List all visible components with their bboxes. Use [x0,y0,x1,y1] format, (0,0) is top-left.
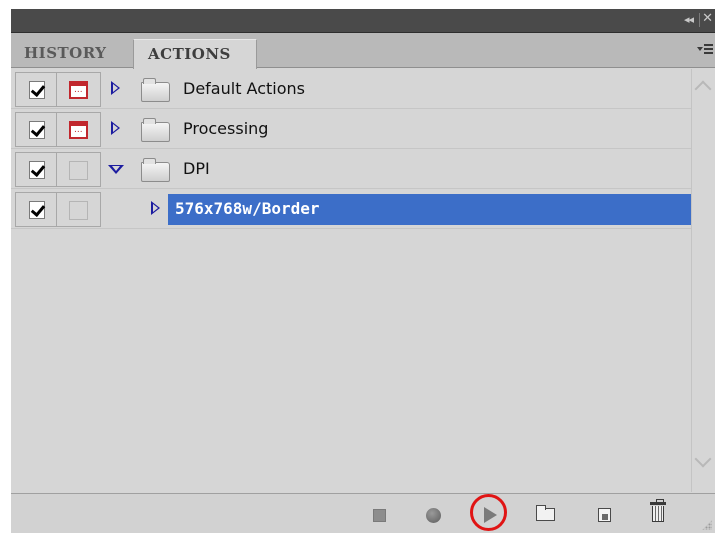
action-row-576x768w-border[interactable]: 576x768w/Border [11,189,691,229]
vertical-scrollbar[interactable] [691,69,715,492]
title-bar-separator [699,13,700,27]
tab-history[interactable]: HISTORY [11,39,133,68]
panel-tab-bar: HISTORY ACTIONS [11,33,715,69]
actions-list: Default Actions Processing DPI [11,69,691,492]
create-new-action-button[interactable] [587,494,621,533]
record-icon [426,508,441,523]
create-new-set-button[interactable] [528,494,562,533]
expand-triangle-icon[interactable] [151,201,160,215]
toggle-item-column [15,72,57,107]
toggle-item-checkbox[interactable] [29,201,45,219]
toggle-dialog-column [57,112,101,147]
play-selection-button[interactable] [470,494,507,533]
action-set-label: Processing [183,119,269,138]
toggle-item-checkbox[interactable] [29,121,45,139]
new-action-icon [598,508,611,522]
trash-icon [650,499,666,522]
folder-icon [141,118,170,142]
toggle-item-column [15,112,57,147]
highlight-ring [470,494,507,531]
stop-icon [373,509,386,522]
collapse-panel-icon[interactable]: ◂◂ [684,13,694,26]
expand-triangle-icon[interactable] [111,121,120,135]
toggle-item-column [15,152,57,187]
dialog-toggle-icon[interactable] [69,81,88,99]
actions-toolbar [11,493,715,533]
panel-menu-arrow-icon [697,47,703,51]
dialog-toggle-empty[interactable] [69,161,88,180]
panel-menu-lines-icon [704,44,713,54]
begin-recording-button[interactable] [417,494,451,533]
folder-icon [536,505,555,521]
action-set-row-default-actions[interactable]: Default Actions [11,69,691,109]
toggle-dialog-column [57,192,101,227]
dialog-toggle-icon[interactable] [69,121,88,139]
dialog-toggle-empty[interactable] [69,201,88,220]
resize-grip-icon[interactable] [702,520,712,530]
action-set-label: Default Actions [183,79,305,98]
folder-icon [141,158,170,182]
action-label: 576x768w/Border [175,199,320,218]
panel-title-bar: ◂◂ ✕ [11,9,715,33]
scroll-up-icon[interactable] [694,80,712,98]
toggle-item-checkbox[interactable] [29,81,45,99]
collapse-triangle-icon[interactable] [108,165,124,174]
toggle-item-checkbox[interactable] [29,161,45,179]
action-set-row-processing[interactable]: Processing [11,109,691,149]
action-set-row-dpi[interactable]: DPI [11,149,691,189]
stop-playing-button[interactable] [363,494,397,533]
folder-icon [141,78,170,102]
selected-action-highlight[interactable]: 576x768w/Border [168,194,691,225]
expand-triangle-icon[interactable] [111,81,120,95]
scroll-down-icon[interactable] [694,450,712,468]
tab-actions[interactable]: ACTIONS [133,39,257,69]
close-panel-icon[interactable]: ✕ [702,11,713,26]
action-set-label: DPI [183,159,210,178]
actions-panel: ◂◂ ✕ HISTORY ACTIONS Default Actions [11,9,715,533]
panel-menu-icon[interactable] [697,43,713,57]
toggle-dialog-column [57,152,101,187]
delete-button[interactable] [641,494,675,533]
toggle-dialog-column [57,72,101,107]
toggle-item-column [15,192,57,227]
